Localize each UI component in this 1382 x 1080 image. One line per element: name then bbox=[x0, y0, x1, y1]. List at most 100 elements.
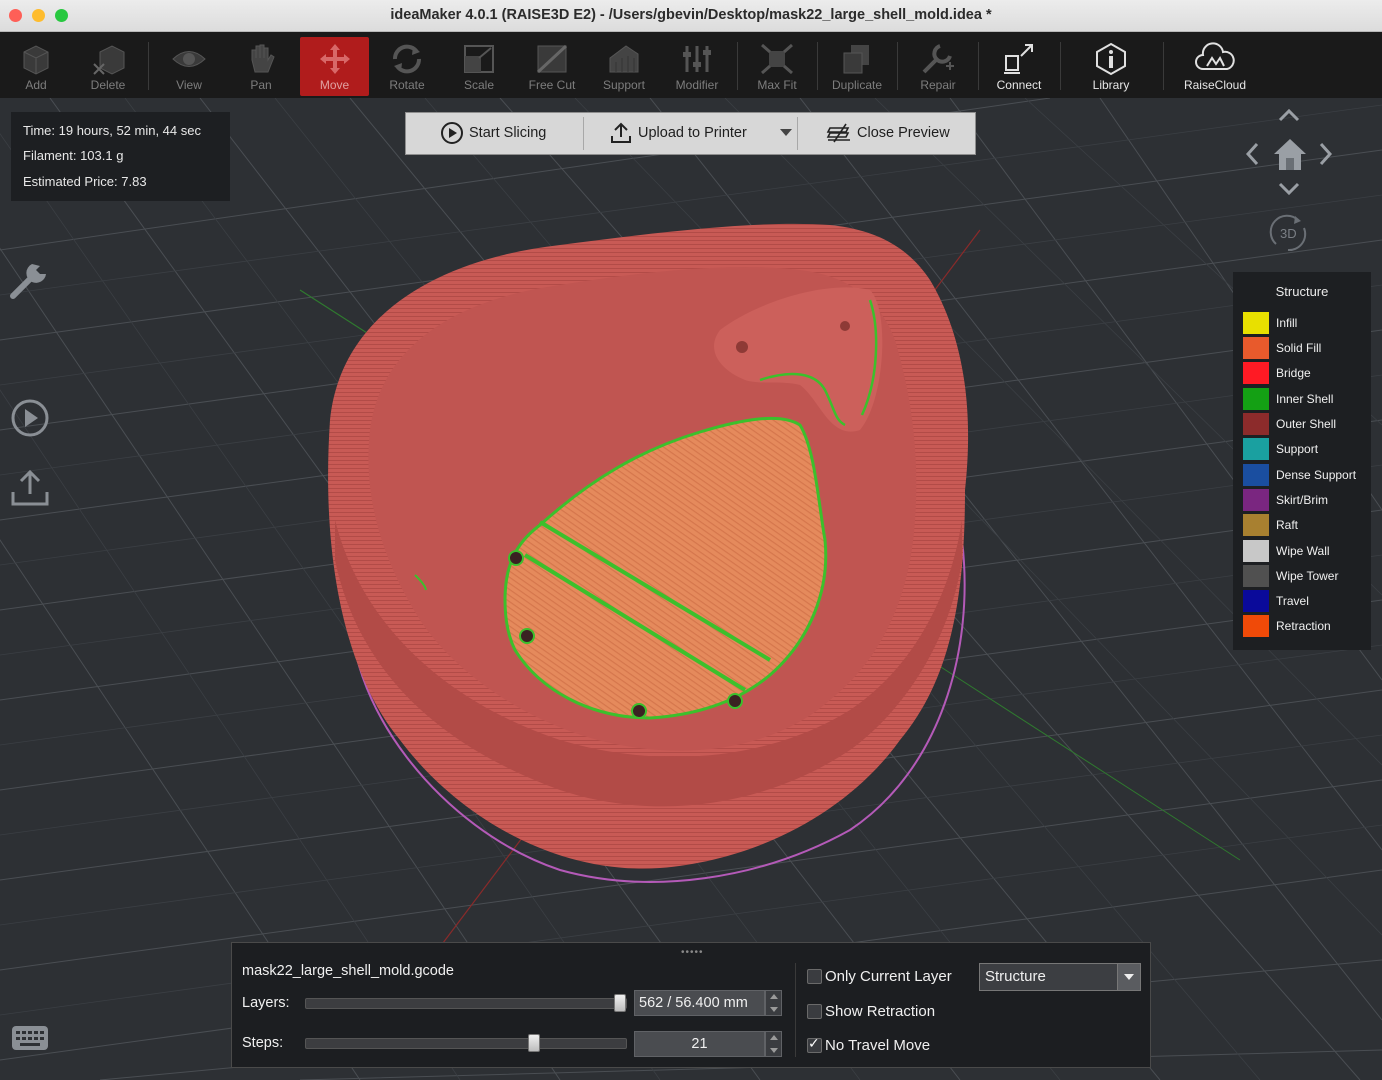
legend-swatch bbox=[1243, 489, 1269, 511]
no-travel-move-label[interactable]: No Travel Move bbox=[825, 1037, 930, 1054]
add-button[interactable]: Add bbox=[4, 32, 68, 98]
close-preview-button[interactable]: Close Preview bbox=[826, 113, 966, 154]
chevron-down-icon[interactable] bbox=[1278, 182, 1300, 196]
settings-wrench-button[interactable] bbox=[10, 260, 50, 305]
legend-label: Support bbox=[1276, 442, 1319, 456]
support-button[interactable]: Support bbox=[592, 32, 656, 98]
legend-swatch bbox=[1243, 540, 1269, 562]
upload-to-printer-button[interactable]: Upload to Printer bbox=[606, 113, 776, 154]
layers-label: Layers: bbox=[242, 995, 290, 1011]
legend-label: Retraction bbox=[1276, 619, 1331, 633]
scale-button[interactable]: Scale bbox=[447, 32, 511, 98]
play-simulation-button[interactable] bbox=[10, 398, 50, 443]
repair-button[interactable]: Repair bbox=[906, 32, 970, 98]
upload-icon bbox=[611, 122, 631, 143]
library-label: Library bbox=[1092, 78, 1130, 92]
main-toolbar: Add Delete View Pan Move Rotate Scale Fr… bbox=[0, 32, 1382, 98]
eye-icon bbox=[172, 51, 206, 67]
add-label: Add bbox=[25, 78, 47, 92]
structure-legend: Structure Infill Solid Fill Bridge Inner… bbox=[1233, 272, 1371, 650]
steps-slider-thumb[interactable] bbox=[528, 1034, 540, 1052]
show-retraction-checkbox[interactable] bbox=[807, 1004, 822, 1019]
scale-label: Scale bbox=[463, 78, 495, 92]
legend-label: Wipe Tower bbox=[1276, 569, 1339, 583]
repair-icon bbox=[922, 44, 954, 74]
chevron-left-icon[interactable] bbox=[1244, 142, 1260, 166]
legend-label: Travel bbox=[1276, 594, 1309, 608]
steps-stepper[interactable] bbox=[765, 1031, 782, 1057]
view-mode-label: 3D bbox=[1280, 226, 1297, 241]
max-fit-button[interactable]: Max Fit bbox=[745, 32, 809, 98]
toolbar-divider bbox=[737, 42, 738, 90]
view-mode-value: Structure bbox=[985, 968, 1046, 985]
layers-value-field[interactable]: 562 / 56.400 mm bbox=[634, 990, 765, 1016]
layers-stepper[interactable] bbox=[765, 990, 782, 1016]
filament-weight: Filament: 103.1 g bbox=[23, 148, 124, 163]
free-cut-label: Free Cut bbox=[528, 78, 576, 92]
3d-viewport[interactable] bbox=[0, 98, 1382, 1080]
keyboard-shortcuts-button[interactable] bbox=[11, 1025, 49, 1056]
action-divider bbox=[797, 117, 798, 150]
slice-action-bar: Start Slicing Upload to Printer Close Pr… bbox=[405, 112, 976, 155]
view-label: View bbox=[176, 78, 202, 92]
title-bar: ideaMaker 4.0.1 (RAISE3D E2) - /Users/gb… bbox=[0, 0, 1382, 32]
layers-slider[interactable] bbox=[305, 994, 627, 1012]
modifier-icon bbox=[683, 46, 711, 72]
delete-label: Delete bbox=[90, 78, 126, 92]
panel-drag-handle[interactable]: ••••• bbox=[681, 947, 704, 958]
repair-label: Repair bbox=[920, 78, 956, 92]
close-preview-label: Close Preview bbox=[857, 125, 950, 141]
legend-title: Structure bbox=[1275, 284, 1329, 299]
legend-swatch bbox=[1243, 312, 1269, 334]
legend-label: Solid Fill bbox=[1276, 341, 1322, 355]
duplicate-icon bbox=[843, 45, 869, 74]
steps-label: Steps: bbox=[242, 1035, 284, 1051]
export-button[interactable] bbox=[10, 468, 50, 513]
maxfit-icon bbox=[761, 43, 793, 75]
panel-divider bbox=[795, 963, 796, 1057]
legend-label: Skirt/Brim bbox=[1276, 493, 1328, 507]
duplicate-button[interactable]: Duplicate bbox=[825, 32, 889, 98]
home-icon[interactable] bbox=[1272, 136, 1308, 172]
print-estimate-panel: Time: 19 hours, 52 min, 44 sec Filament:… bbox=[11, 112, 230, 201]
only-current-layer-label[interactable]: Only Current Layer bbox=[825, 968, 952, 985]
duplicate-label: Duplicate bbox=[831, 78, 883, 92]
toolbar-divider bbox=[897, 42, 898, 90]
wrench-icon bbox=[10, 264, 46, 299]
free-cut-button[interactable]: Free Cut bbox=[520, 32, 584, 98]
print-preview-scene bbox=[0, 98, 1382, 1080]
chevron-up-icon[interactable] bbox=[1278, 108, 1300, 122]
pan-button[interactable]: Pan bbox=[229, 32, 293, 98]
keyboard-icon bbox=[12, 1026, 48, 1050]
rotate-icon bbox=[392, 44, 422, 74]
no-travel-move-checkbox[interactable] bbox=[807, 1036, 822, 1053]
rotate-button[interactable]: Rotate bbox=[375, 32, 439, 98]
modifier-button[interactable]: Modifier bbox=[665, 32, 729, 98]
toolbar-divider bbox=[978, 42, 979, 90]
view-mode-select[interactable]: Structure bbox=[979, 963, 1141, 991]
upload-options-dropdown[interactable] bbox=[776, 113, 796, 154]
legend-swatch bbox=[1243, 615, 1269, 637]
move-label: Move bbox=[319, 78, 350, 92]
steps-slider[interactable] bbox=[305, 1034, 627, 1052]
layers-slider-thumb[interactable] bbox=[614, 994, 626, 1012]
start-slicing-button[interactable]: Start Slicing bbox=[438, 113, 584, 154]
mount-hole bbox=[508, 550, 524, 566]
layers-icon bbox=[826, 123, 850, 143]
scale-icon bbox=[464, 45, 494, 73]
view-button[interactable]: View bbox=[157, 32, 221, 98]
chevron-right-icon[interactable] bbox=[1318, 142, 1334, 166]
delete-button[interactable]: Delete bbox=[76, 32, 140, 98]
mount-hole bbox=[519, 628, 535, 644]
steps-value-field[interactable]: 21 bbox=[634, 1031, 765, 1057]
connect-button[interactable]: Connect bbox=[986, 32, 1052, 98]
chevron-down-icon bbox=[780, 129, 792, 136]
bracket-hole bbox=[840, 321, 850, 331]
show-retraction-label[interactable]: Show Retraction bbox=[825, 1003, 935, 1020]
raisecloud-button[interactable]: RaiseCloud bbox=[1176, 32, 1254, 98]
move-button[interactable]: Move bbox=[300, 37, 369, 96]
library-button[interactable]: Library bbox=[1078, 32, 1144, 98]
only-current-layer-checkbox[interactable] bbox=[807, 969, 822, 984]
print-time: Time: 19 hours, 52 min, 44 sec bbox=[23, 123, 201, 138]
legend-swatch bbox=[1243, 413, 1269, 435]
